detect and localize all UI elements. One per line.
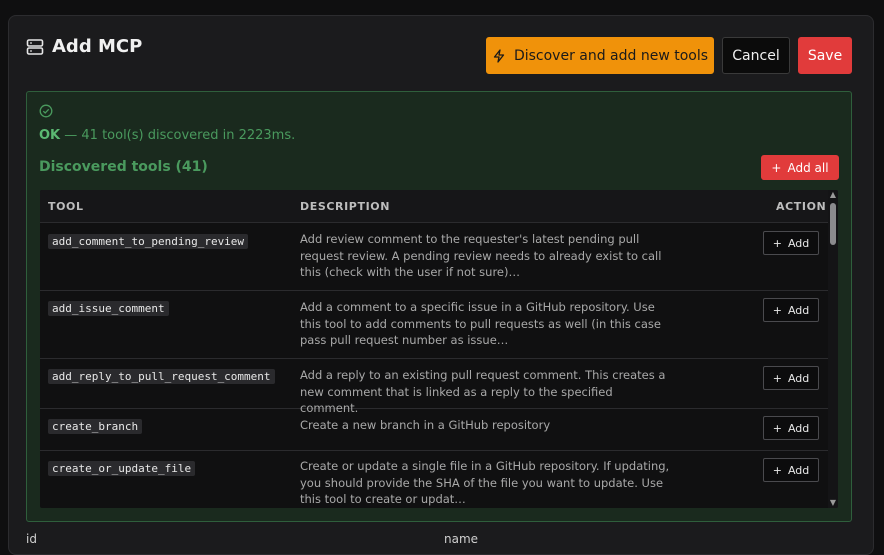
add-all-label: Add all — [787, 160, 829, 175]
tool-name: add_comment_to_pending_review — [48, 234, 249, 249]
plus-icon: + — [772, 236, 782, 250]
field-label-id: id — [26, 532, 37, 546]
scroll-up-icon[interactable]: ▲ — [829, 191, 837, 199]
plus-icon: + — [771, 160, 782, 175]
scroll-thumb[interactable] — [830, 203, 836, 245]
add-tool-button[interactable]: + Add — [763, 366, 819, 390]
add-all-button[interactable]: + Add all — [761, 155, 839, 180]
table-row: add_comment_to_pending_review Add review… — [40, 223, 828, 291]
tool-name: add_issue_comment — [48, 301, 169, 316]
check-circle-icon — [39, 104, 53, 118]
page-title-text: Add MCP — [52, 36, 143, 57]
table-row: create_or_update_file Create or update a… — [40, 451, 828, 508]
status-detail: — 41 tool(s) discovered in 2223ms. — [60, 128, 296, 143]
server-icon — [26, 38, 44, 55]
plus-icon: + — [772, 303, 782, 317]
add-tool-button[interactable]: + Add — [763, 231, 819, 255]
plus-icon: + — [772, 421, 782, 435]
tool-name: create_or_update_file — [48, 461, 196, 476]
plus-icon: + — [772, 371, 782, 385]
tools-table: TOOL DESCRIPTION ACTION add_comment_to_p… — [40, 190, 838, 508]
tool-description: Create or update a single file in a GitH… — [300, 459, 670, 506]
discover-tools-button[interactable]: Discover and add new tools — [486, 37, 714, 74]
tool-description: Create a new branch in a GitHub reposito… — [300, 418, 551, 432]
add-tool-label: Add — [787, 303, 810, 317]
discover-tools-label: Discover and add new tools — [513, 47, 709, 64]
column-header-description: DESCRIPTION — [300, 200, 391, 213]
scroll-down-icon[interactable]: ▼ — [829, 499, 837, 507]
cancel-button[interactable]: Cancel — [722, 37, 790, 74]
add-tool-button[interactable]: + Add — [763, 298, 819, 322]
status-ok-label: OK — [39, 128, 61, 143]
tool-name: add_reply_to_pull_request_comment — [48, 369, 275, 384]
table-row: add_issue_comment Add a comment to a spe… — [40, 291, 828, 359]
add-tool-label: Add — [787, 371, 810, 385]
add-tool-button[interactable]: + Add — [763, 416, 819, 440]
tool-description: Add review comment to the requester's la… — [300, 232, 662, 279]
save-button[interactable]: Save — [798, 37, 852, 74]
add-tool-button[interactable]: + Add — [763, 458, 819, 482]
table-scrollbar[interactable]: ▲ ▼ — [828, 190, 838, 508]
field-label-name: name — [444, 532, 479, 546]
tool-description: Add a comment to a specific issue in a G… — [300, 300, 661, 347]
table-header: TOOL DESCRIPTION ACTION — [40, 190, 828, 223]
table-row: create_branch Create a new branch in a G… — [40, 409, 828, 451]
plus-icon: + — [772, 463, 782, 477]
add-tool-label: Add — [787, 236, 810, 250]
column-header-tool: TOOL — [48, 200, 84, 213]
add-tool-label: Add — [787, 463, 810, 477]
discovered-tools-title: Discovered tools (41) — [39, 159, 208, 175]
lightning-icon — [493, 48, 505, 63]
tool-name: create_branch — [48, 419, 143, 434]
add-tool-label: Add — [787, 421, 810, 435]
status-message: OK — 41 tool(s) discovered in 2223ms. — [39, 128, 295, 143]
column-header-action: ACTION — [776, 200, 827, 213]
table-row: add_reply_to_pull_request_comment Add a … — [40, 359, 828, 415]
page-title: Add MCP — [26, 36, 142, 57]
